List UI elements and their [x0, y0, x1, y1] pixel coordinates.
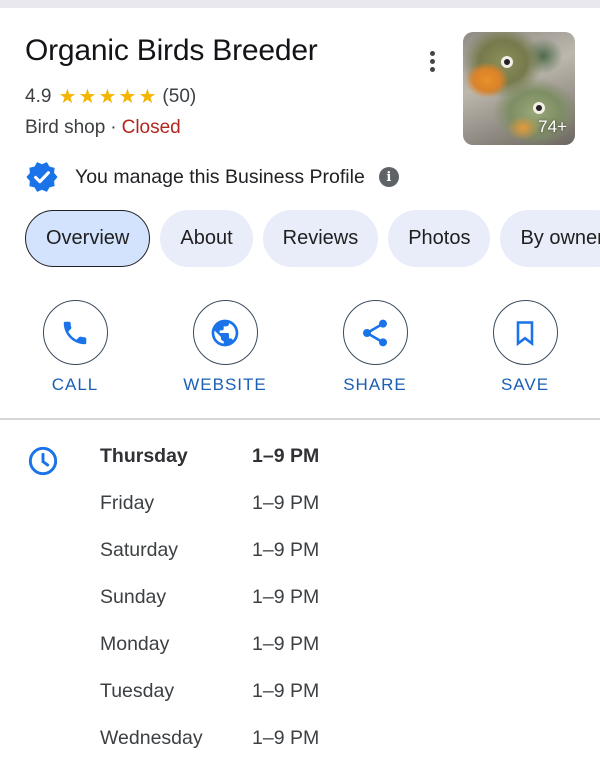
- tab-overview[interactable]: Overview: [25, 210, 151, 267]
- call-label: CALL: [51, 375, 99, 394]
- separator: ·: [110, 117, 117, 138]
- photos-thumbnail[interactable]: 74+: [463, 32, 575, 145]
- info-icon[interactable]: i: [378, 167, 399, 187]
- hours-row: Tuesday 1–9 PM: [100, 680, 319, 727]
- more-vert-icon: [429, 50, 435, 56]
- hours-time: 1–9 PM: [252, 633, 320, 655]
- section-divider: [0, 418, 600, 420]
- phone-icon: [63, 321, 87, 344]
- hours-row-today: Thursday 1–9 PM: [100, 445, 319, 492]
- call-button[interactable]: CALL: [20, 300, 130, 395]
- manage-profile-row[interactable]: You manage this Business Profile i: [25, 160, 399, 194]
- hours-time: 1–9 PM: [252, 445, 320, 467]
- star-icon: ★: [138, 86, 157, 108]
- star-icon: ★: [118, 86, 137, 108]
- rating-value: 4.9: [25, 86, 52, 107]
- share-icon: [363, 319, 387, 346]
- website-button[interactable]: WEBSITE: [170, 300, 280, 395]
- clock-icon: [28, 446, 58, 476]
- more-options-button[interactable]: [422, 46, 442, 76]
- category-row: Bird shop · Closed: [25, 117, 181, 139]
- hours-day: Tuesday: [100, 680, 175, 702]
- star-icon: ★: [98, 86, 117, 108]
- hours-day: Thursday: [100, 445, 188, 467]
- hours-day: Sunday: [100, 586, 167, 608]
- rating-row[interactable]: 4.9 ★ ★ ★ ★ ★ (50): [25, 86, 196, 108]
- tab-photos[interactable]: Photos: [388, 210, 491, 267]
- hours-day: Wednesday: [100, 727, 203, 749]
- top-strip: [0, 0, 600, 8]
- open-status: Closed: [121, 117, 181, 138]
- bookmark-icon: [516, 320, 534, 346]
- hours-day: Monday: [100, 633, 170, 655]
- globe-icon: [211, 319, 239, 346]
- star-icon: ★: [58, 86, 77, 108]
- hours-row: Saturday 1–9 PM: [100, 539, 319, 586]
- share-button[interactable]: SHARE: [320, 300, 430, 395]
- hours-row: Friday 1–9 PM: [100, 492, 319, 539]
- hours-day: Friday: [100, 492, 155, 514]
- photo-detail: [501, 56, 513, 68]
- hours-time: 1–9 PM: [252, 680, 320, 702]
- hours-time: 1–9 PM: [252, 539, 320, 561]
- manage-profile-text: You manage this Business Profile: [75, 165, 365, 188]
- website-label: WEBSITE: [183, 375, 267, 394]
- hours-row: Wednesday 1–9 PM: [100, 727, 319, 774]
- hours-time: 1–9 PM: [252, 727, 320, 749]
- tab-reviews[interactable]: Reviews: [262, 210, 379, 267]
- share-label: SHARE: [343, 375, 407, 394]
- hours-time: 1–9 PM: [252, 492, 320, 514]
- hours-day: Saturday: [100, 539, 179, 561]
- business-category: Bird shop: [25, 117, 106, 138]
- hours-time: 1–9 PM: [252, 586, 320, 608]
- tab-by-owner[interactable]: By owner: [500, 210, 600, 267]
- star-rating: ★ ★ ★ ★ ★: [57, 87, 157, 107]
- star-icon: ★: [78, 86, 97, 108]
- hours-row: Sunday 1–9 PM: [100, 586, 319, 633]
- review-count[interactable]: (50): [162, 86, 196, 108]
- photo-detail: [533, 102, 545, 114]
- tab-about[interactable]: About: [160, 210, 253, 267]
- save-label: SAVE: [500, 375, 550, 394]
- tab-bar: Overview About Reviews Photos By owner: [25, 210, 600, 267]
- hours-row: Monday 1–9 PM: [100, 633, 319, 680]
- opening-hours[interactable]: Thursday 1–9 PM Friday 1–9 PM Saturday 1…: [100, 445, 319, 774]
- photo-count: 74+: [538, 117, 567, 136]
- save-button[interactable]: SAVE: [470, 300, 580, 395]
- action-buttons: CALL WEBSITE SHARE SAVE: [0, 300, 600, 400]
- verified-badge-icon: [26, 162, 58, 192]
- business-name: Organic Birds Breeder: [25, 34, 318, 67]
